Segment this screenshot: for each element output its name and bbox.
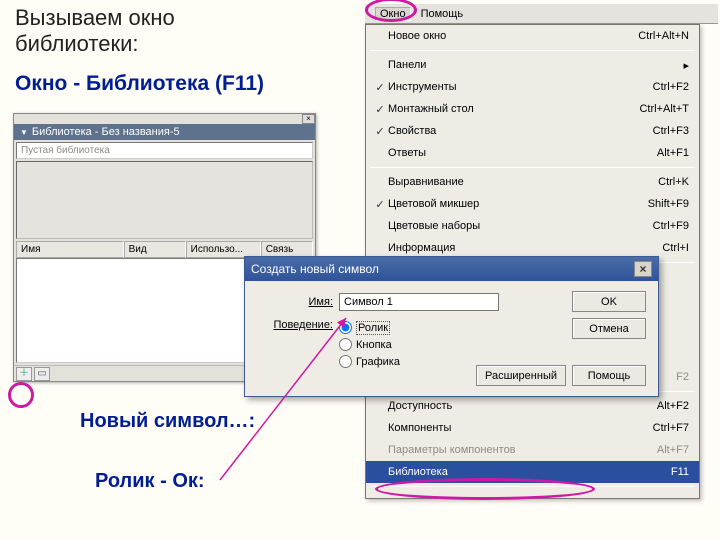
instruction-line2: библиотеки: [15, 31, 138, 56]
check-icon: ✓ [372, 198, 388, 211]
menu-item-components[interactable]: КомпонентыCtrl+F7 [366, 417, 699, 439]
menu-item-stage[interactable]: ✓Монтажный столCtrl+Alt+T [366, 98, 699, 120]
check-icon: ✓ [372, 125, 388, 138]
radio-graphic[interactable]: Графика [339, 353, 400, 370]
dialog-title: Создать новый символ [251, 262, 379, 276]
menu-item-panels[interactable]: Панели▸ [366, 54, 699, 76]
advanced-button[interactable]: Расширенный [476, 365, 566, 386]
radio-button[interactable]: Кнопка [339, 336, 400, 353]
radio-button-input[interactable] [339, 338, 352, 351]
instruction-path: Окно - Библиотека (F11) [15, 72, 264, 96]
menu-window[interactable]: Окно [375, 7, 411, 21]
column-name[interactable]: Имя [16, 241, 124, 258]
menu-item-color-mixer[interactable]: ✓Цветовой микшерShift+F9 [366, 193, 699, 215]
library-title[interactable]: ▼ Библиотека - Без названия-5 [14, 124, 315, 140]
library-preview-area [16, 161, 313, 239]
menu-separator [370, 167, 695, 168]
column-kind[interactable]: Вид [124, 241, 186, 258]
ok-button[interactable]: OK [572, 291, 646, 312]
close-icon[interactable]: × [634, 261, 652, 277]
menu-item-new-window[interactable]: Новое окноCtrl+Alt+N [366, 25, 699, 47]
instruction-new-symbol: Новый символ…: [80, 410, 255, 433]
menu-item-answers[interactable]: ОтветыAlt+F1 [366, 142, 699, 164]
menu-item-tools[interactable]: ✓ИнструментыCtrl+F2 [366, 76, 699, 98]
menu-help[interactable]: Помощь [421, 8, 464, 20]
help-button[interactable]: Помощь [572, 365, 646, 386]
menu-separator [370, 486, 695, 487]
collapse-icon: ▼ [20, 128, 28, 137]
library-title-text: Библиотека - Без названия-5 [32, 126, 180, 138]
instruction-heading: Вызываем окно библиотеки: [15, 5, 315, 58]
new-folder-button[interactable]: ▭ [34, 367, 50, 381]
menubar: Окно Помощь [365, 4, 718, 24]
menu-item-align[interactable]: ВыравниваниеCtrl+K [366, 171, 699, 193]
menu-item-accessibility[interactable]: ДоступностьAlt+F2 [366, 395, 699, 417]
radio-movie-clip[interactable]: Ролик [339, 319, 400, 336]
new-symbol-dialog: Создать новый символ × Имя: Поведение: Р… [244, 256, 659, 397]
menu-item-properties[interactable]: ✓СвойстваCtrl+F3 [366, 120, 699, 142]
library-status: Пустая библиотека [16, 142, 313, 159]
name-label: Имя: [257, 296, 339, 308]
radio-movie-input[interactable] [339, 321, 352, 334]
behavior-label: Поведение: [257, 319, 339, 331]
dialog-titlebar[interactable]: Создать новый символ × [245, 257, 658, 281]
new-symbol-button[interactable]: ＋ [16, 367, 32, 381]
close-icon[interactable]: × [302, 114, 315, 124]
cancel-button[interactable]: Отмена [572, 318, 646, 339]
check-icon: ✓ [372, 103, 388, 116]
menu-item-component-params[interactable]: Параметры компонентовAlt+F7 [366, 439, 699, 461]
menu-item-color-swatches[interactable]: Цветовые наборыCtrl+F9 [366, 215, 699, 237]
menu-item-library[interactable]: БиблиотекаF11 [366, 461, 699, 483]
radio-graphic-input[interactable] [339, 355, 352, 368]
instruction-line1: Вызываем окно [15, 5, 175, 30]
library-header-bar: × [14, 114, 315, 124]
menu-separator [370, 50, 695, 51]
symbol-name-input[interactable] [339, 293, 499, 311]
highlight-circle [8, 382, 34, 408]
check-icon: ✓ [372, 81, 388, 94]
instruction-rolik-ok: Ролик - Ок: [95, 470, 205, 493]
chevron-right-icon: ▸ [683, 59, 689, 72]
